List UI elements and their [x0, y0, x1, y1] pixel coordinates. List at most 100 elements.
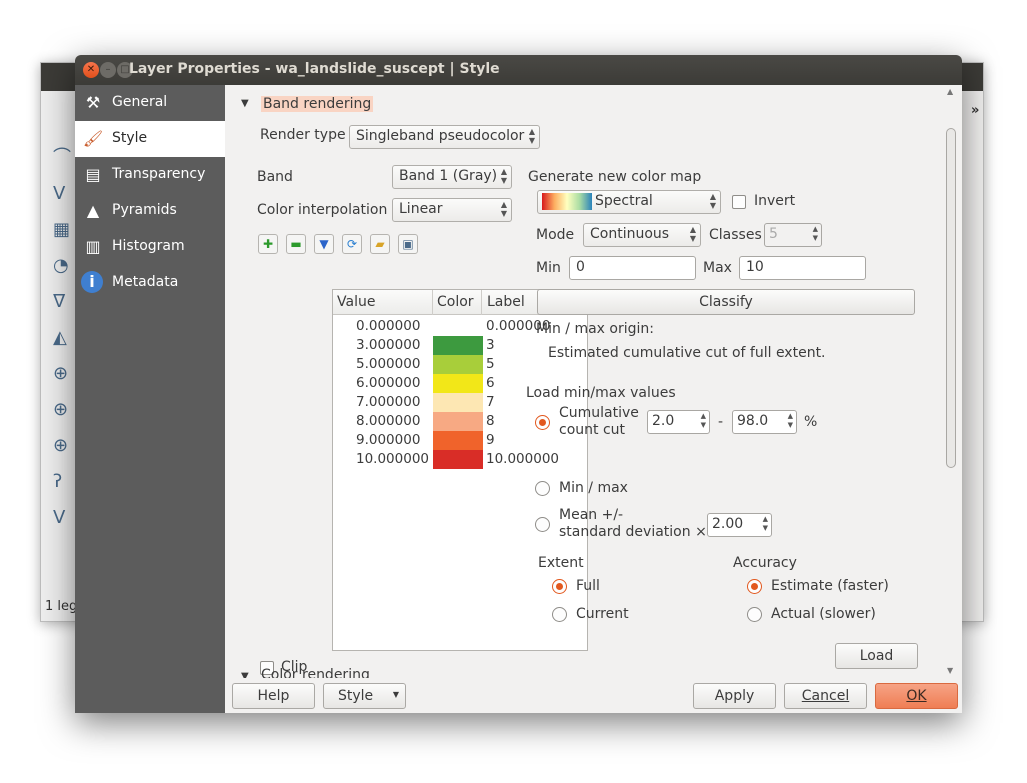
band-combo[interactable]: Band 1 (Gray) ▲ ▼ — [392, 165, 512, 189]
bg-tool-icon[interactable]: ʔ — [53, 471, 75, 493]
close-window-button[interactable]: ✕ — [83, 62, 99, 78]
remove-class-icon[interactable]: ▬ — [286, 234, 306, 254]
scroll-down-icon[interactable]: ▼ — [947, 666, 953, 675]
refresh-icon[interactable]: ⟳ — [342, 234, 362, 254]
row-color-swatch[interactable] — [433, 317, 483, 336]
color-rendering-section-title[interactable]: Color rendering — [261, 667, 370, 678]
row-value: 3.000000 — [356, 337, 421, 353]
bg-tool-icon[interactable]: ⊕ — [53, 363, 75, 385]
sidebar-item-label: Pyramids — [112, 202, 177, 218]
band-rendering-section-title[interactable]: Band rendering — [261, 96, 374, 112]
info-icon: i — [81, 271, 103, 293]
sidebar-item-pyramids[interactable]: ▲ Pyramids — [75, 193, 225, 229]
min-input[interactable]: 0 — [569, 256, 696, 280]
layer-properties-dialog: ✕ – □ Layer Properties - wa_landslide_su… — [75, 55, 962, 713]
row-color-swatch[interactable] — [433, 431, 483, 450]
column-header-label[interactable]: Label — [487, 294, 525, 310]
minimize-window-button[interactable]: – — [100, 62, 116, 78]
sidebar-item-transparency[interactable]: ▤ Transparency — [75, 157, 225, 193]
style-menu-button[interactable]: Style ▼ — [323, 683, 406, 709]
color-table[interactable]: Value Color Label 0.000000 0.000000 3.0000… — [332, 289, 588, 651]
bg-tool-icon[interactable]: ⊕ — [53, 399, 75, 421]
collapse-arrow-icon[interactable]: ▼ — [241, 98, 249, 109]
bg-tool-icon[interactable]: ⊕ — [53, 435, 75, 457]
row-color-swatch[interactable] — [433, 393, 483, 412]
load-from-band-icon[interactable]: ▼ — [314, 234, 334, 254]
bg-tool-icon[interactable]: ᐁ — [53, 291, 75, 313]
apply-button[interactable]: Apply — [693, 683, 776, 709]
scroll-up-icon[interactable]: ▲ — [947, 87, 953, 96]
color-interpolation-combo[interactable]: Linear ▲ ▼ — [392, 198, 512, 222]
row-color-swatch[interactable] — [433, 355, 483, 374]
classes-value: 5 — [769, 226, 778, 242]
row-label: 8 — [486, 413, 495, 429]
combo-arrows-icon: ▲ ▼ — [689, 225, 696, 243]
row-color-swatch[interactable] — [433, 450, 483, 469]
table-row[interactable]: 10.000000 10.000000 — [333, 450, 587, 469]
color-interpolation-value: Linear — [399, 201, 443, 217]
mean-stddev-radio[interactable] — [535, 517, 550, 532]
cancel-button[interactable]: Cancel — [784, 683, 867, 709]
paintbrush-icon: 🖌 — [82, 129, 104, 148]
style-panel: ▼ Band rendering Render type Singleband … — [225, 85, 962, 678]
column-header-value[interactable]: Value — [337, 294, 375, 310]
classify-button[interactable]: Classify — [537, 289, 915, 315]
cut-low-value: 2.0 — [652, 413, 675, 429]
column-header-color[interactable]: Color — [437, 294, 474, 310]
sidebar-item-general[interactable]: ⚒ General — [75, 85, 225, 121]
cumulative-cut-radio[interactable] — [535, 415, 550, 430]
stddev-spinbox[interactable]: 2.00 ▲ ▼ — [707, 513, 772, 537]
color-ramp-value: Spectral — [595, 193, 653, 209]
color-ramp-combo[interactable]: Spectral ▲ ▼ — [537, 190, 721, 214]
bg-tool-icon[interactable]: ◭ — [53, 327, 75, 349]
generate-color-map-title: Generate new color map — [528, 169, 702, 185]
scrollbar-thumb[interactable] — [946, 128, 956, 468]
sidebar-item-metadata[interactable]: i Metadata — [75, 265, 225, 301]
sidebar-item-label: Transparency — [112, 166, 206, 182]
row-label: 6 — [486, 375, 495, 391]
help-button[interactable]: Help — [232, 683, 315, 709]
ok-button[interactable]: OK — [875, 683, 958, 709]
cut-low-spinbox[interactable]: 2.0 ▲ ▼ — [647, 410, 710, 434]
extent-full-radio[interactable] — [552, 579, 567, 594]
max-input[interactable]: 10 — [739, 256, 866, 280]
row-value: 10.000000 — [356, 451, 430, 467]
extent-current-radio[interactable] — [552, 607, 567, 622]
bg-tool-icon[interactable]: ◔ — [53, 255, 75, 277]
mode-combo[interactable]: Continuous ▲ ▼ — [583, 223, 701, 247]
row-color-swatch[interactable] — [433, 336, 483, 355]
style-menu-label: Style — [338, 688, 374, 704]
min-label: Min — [536, 260, 561, 276]
sidebar-item-histogram[interactable]: ▥ Histogram — [75, 229, 225, 265]
bg-tool-icon[interactable]: V — [53, 183, 75, 205]
add-class-icon[interactable]: ✚ — [258, 234, 278, 254]
bg-tool-icon[interactable]: V — [53, 507, 75, 529]
extent-full-label: Full — [576, 578, 600, 594]
load-button[interactable]: Load — [835, 643, 918, 669]
minmax-radio[interactable] — [535, 481, 550, 496]
bg-tool-icon[interactable]: ⌒ — [53, 147, 75, 169]
cut-high-value: 98.0 — [737, 413, 769, 429]
accuracy-estimate-radio[interactable] — [747, 579, 762, 594]
classes-spinbox[interactable]: 5 ▲ ▼ — [764, 223, 822, 247]
open-file-icon[interactable]: ▰ — [370, 234, 390, 254]
render-type-combo[interactable]: Singleband pseudocolor ▲ ▼ — [349, 125, 540, 149]
accuracy-actual-label: Actual (slower) — [771, 606, 876, 622]
cut-high-spinbox[interactable]: 98.0 ▲ ▼ — [732, 410, 797, 434]
bg-tool-icon[interactable]: ▦ — [53, 219, 75, 241]
table-row[interactable]: 9.000000 9 — [333, 431, 587, 450]
sidebar-item-style[interactable]: 🖌 Style — [75, 121, 225, 157]
band-label: Band — [257, 169, 293, 185]
row-label: 9 — [486, 432, 495, 448]
row-color-swatch[interactable] — [433, 412, 483, 431]
save-file-icon[interactable]: ▣ — [398, 234, 418, 254]
toolbar-overflow-chevron-icon[interactable]: » — [971, 103, 979, 118]
collapse-arrow-icon[interactable]: ▼ — [241, 671, 249, 678]
classes-label: Classes — [709, 227, 762, 243]
row-color-swatch[interactable] — [433, 374, 483, 393]
minmax-origin-label: Min / max origin: — [536, 321, 654, 337]
minmax-origin-value: Estimated cumulative cut of full extent. — [548, 345, 826, 361]
invert-checkbox[interactable] — [732, 195, 746, 209]
accuracy-actual-radio[interactable] — [747, 607, 762, 622]
band-value: Band 1 (Gray) — [399, 168, 498, 184]
